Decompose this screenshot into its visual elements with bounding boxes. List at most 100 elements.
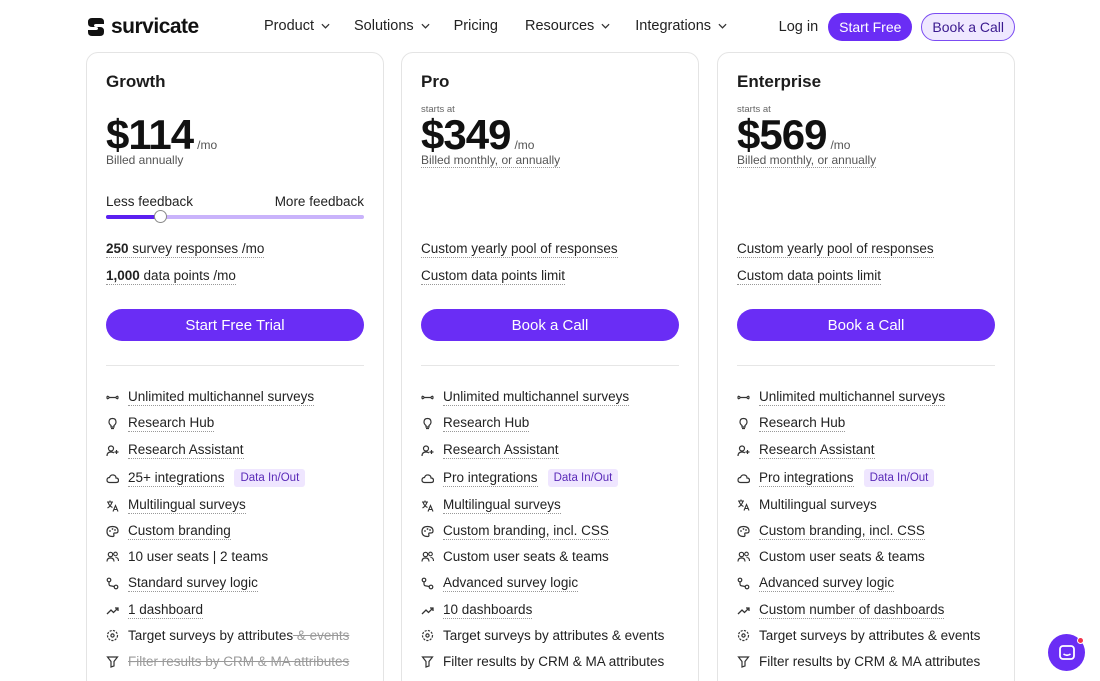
- palette-icon: [106, 525, 119, 538]
- feature-item: Custom branding, incl. CSS: [421, 523, 609, 540]
- feature-item: Unlimited multichannel surveys: [737, 389, 946, 406]
- logo-text: survicate: [111, 15, 199, 38]
- target-icon: [106, 629, 119, 642]
- feature-text[interactable]: Multilingual surveys: [443, 497, 561, 514]
- feature-item: Unlimited multichannel surveys: [106, 389, 315, 406]
- responses-quota: 250 survey responses /mo: [106, 241, 265, 258]
- feature-text[interactable]: Multilingual surveys: [128, 497, 246, 514]
- price-period: /mo: [830, 138, 851, 152]
- feature-text[interactable]: Research Assistant: [443, 442, 559, 459]
- plan-cta-button[interactable]: Start Free Trial: [106, 309, 364, 341]
- feature-text[interactable]: Research Hub: [128, 415, 215, 432]
- billing-note: Billed annually: [106, 153, 184, 167]
- feature-item: Filter results by CRM & MA attributes: [106, 654, 349, 669]
- feature-item: Custom user seats & teams: [737, 549, 925, 564]
- chevron-down-icon: [321, 23, 330, 29]
- feature-text[interactable]: Custom branding: [128, 523, 231, 540]
- plan-cta-button[interactable]: Book a Call: [737, 309, 995, 341]
- feature-text[interactable]: Research Assistant: [759, 442, 875, 459]
- plan-name: Enterprise: [737, 72, 822, 91]
- feature-item: Multilingual surveys: [421, 497, 561, 514]
- feature-text[interactable]: Advanced survey logic: [443, 575, 579, 592]
- plan-price: $349: [421, 111, 511, 158]
- chat-launcher[interactable]: [1048, 634, 1085, 671]
- book-call-button[interactable]: Book a Call: [921, 13, 1015, 41]
- palette-icon: [737, 525, 750, 538]
- feature-item: Filter results by CRM & MA attributes: [421, 654, 664, 669]
- feature-text[interactable]: Research Hub: [443, 415, 530, 432]
- feature-text[interactable]: Unlimited multichannel surveys: [128, 389, 315, 406]
- price-row: $349 /mo: [421, 111, 534, 159]
- feature-unavailable-part: & events: [293, 628, 350, 643]
- target-icon: [737, 629, 750, 642]
- trend-icon: [421, 607, 434, 615]
- datapoints-quota: Custom data points limit: [421, 268, 566, 285]
- nav-product[interactable]: Product: [264, 18, 330, 34]
- login-link[interactable]: Log in: [779, 19, 819, 35]
- feature-text[interactable]: Custom branding, incl. CSS: [443, 523, 609, 540]
- feedback-slider[interactable]: [106, 210, 364, 223]
- infinity-icon: [421, 395, 434, 400]
- feature-text[interactable]: 25+ integrations: [128, 470, 225, 487]
- feature-item: 10 dashboards: [421, 602, 533, 619]
- feature-item: Research Assistant: [737, 442, 875, 459]
- feature-text[interactable]: Pro integrations: [759, 470, 854, 487]
- cloud-icon: [421, 473, 434, 483]
- feature-item: Standard survey logic: [106, 575, 258, 592]
- survicate-logo-icon: [88, 18, 104, 36]
- feature-text[interactable]: 10 dashboards: [443, 602, 533, 619]
- feature-item: 25+ integrations Data In/Out: [106, 469, 306, 487]
- feature-text: Filter results by CRM & MA attributes: [443, 654, 665, 669]
- quota-text: data points /mo: [139, 268, 236, 283]
- logo[interactable]: survicate: [85, 15, 199, 39]
- feature-item: Multilingual surveys: [106, 497, 246, 514]
- notification-dot: [1077, 637, 1084, 644]
- feature-text[interactable]: Advanced survey logic: [759, 575, 895, 592]
- responses-quota: Custom yearly pool of responses: [737, 241, 934, 258]
- feature-item: Advanced survey logic: [737, 575, 895, 592]
- feature-text[interactable]: Custom branding, incl. CSS: [759, 523, 925, 540]
- nav-integrations[interactable]: Integrations: [635, 18, 727, 34]
- feature-item: 1 dashboard: [106, 602, 204, 619]
- quota-text: survey responses /mo: [128, 241, 265, 256]
- slider-handle[interactable]: [154, 210, 168, 223]
- user-sparkle-icon: [737, 445, 750, 457]
- quota-text: Custom yearly pool of responses: [421, 241, 618, 256]
- nav-resources[interactable]: Resources: [525, 18, 610, 34]
- data-in-out-badge: Data In/Out: [234, 469, 306, 487]
- nav-solutions[interactable]: Solutions: [354, 18, 430, 34]
- feature-text[interactable]: Standard survey logic: [128, 575, 258, 592]
- feature-text: Custom user seats & teams: [443, 549, 609, 564]
- translate-icon: [738, 499, 750, 511]
- feature-text[interactable]: Custom number of dashboards: [759, 602, 945, 619]
- feature-text[interactable]: Pro integrations: [443, 470, 538, 487]
- palette-icon: [421, 525, 434, 538]
- cloud-icon: [737, 473, 750, 483]
- nav-pricing[interactable]: Pricing: [454, 18, 498, 34]
- feature-text[interactable]: Research Hub: [759, 415, 846, 432]
- feature-text: Target surveys by attributes & events: [759, 628, 981, 643]
- filter-icon: [737, 656, 750, 668]
- trend-icon: [737, 607, 750, 615]
- nav-integrations-label: Integrations: [635, 18, 712, 34]
- translate-icon: [422, 500, 434, 512]
- pricing-card-pro: Pro starts at $349 /mo Billed monthly, o…: [401, 52, 699, 681]
- users-icon: [106, 551, 119, 562]
- feature-text[interactable]: Unlimited multichannel surveys: [443, 389, 630, 406]
- plan-cta-button[interactable]: Book a Call: [421, 309, 679, 341]
- infinity-icon: [106, 395, 119, 400]
- feature-item: Research Hub: [421, 415, 530, 432]
- plan-price: $114: [106, 111, 194, 158]
- divider: [106, 365, 364, 366]
- lightbulb-icon: [423, 417, 432, 430]
- start-free-button[interactable]: Start Free: [828, 13, 913, 41]
- feature-text[interactable]: 1 dashboard: [128, 602, 204, 619]
- trend-icon: [106, 607, 119, 615]
- feature-item: Custom branding, incl. CSS: [737, 523, 925, 540]
- nav-product-label: Product: [264, 18, 314, 34]
- feature-item: Research Assistant: [421, 442, 559, 459]
- feature-text[interactable]: Research Assistant: [128, 442, 244, 459]
- feature-item: Advanced survey logic: [421, 575, 579, 592]
- feature-text: 10 user seats | 2 teams: [128, 549, 269, 564]
- feature-text[interactable]: Unlimited multichannel surveys: [759, 389, 946, 406]
